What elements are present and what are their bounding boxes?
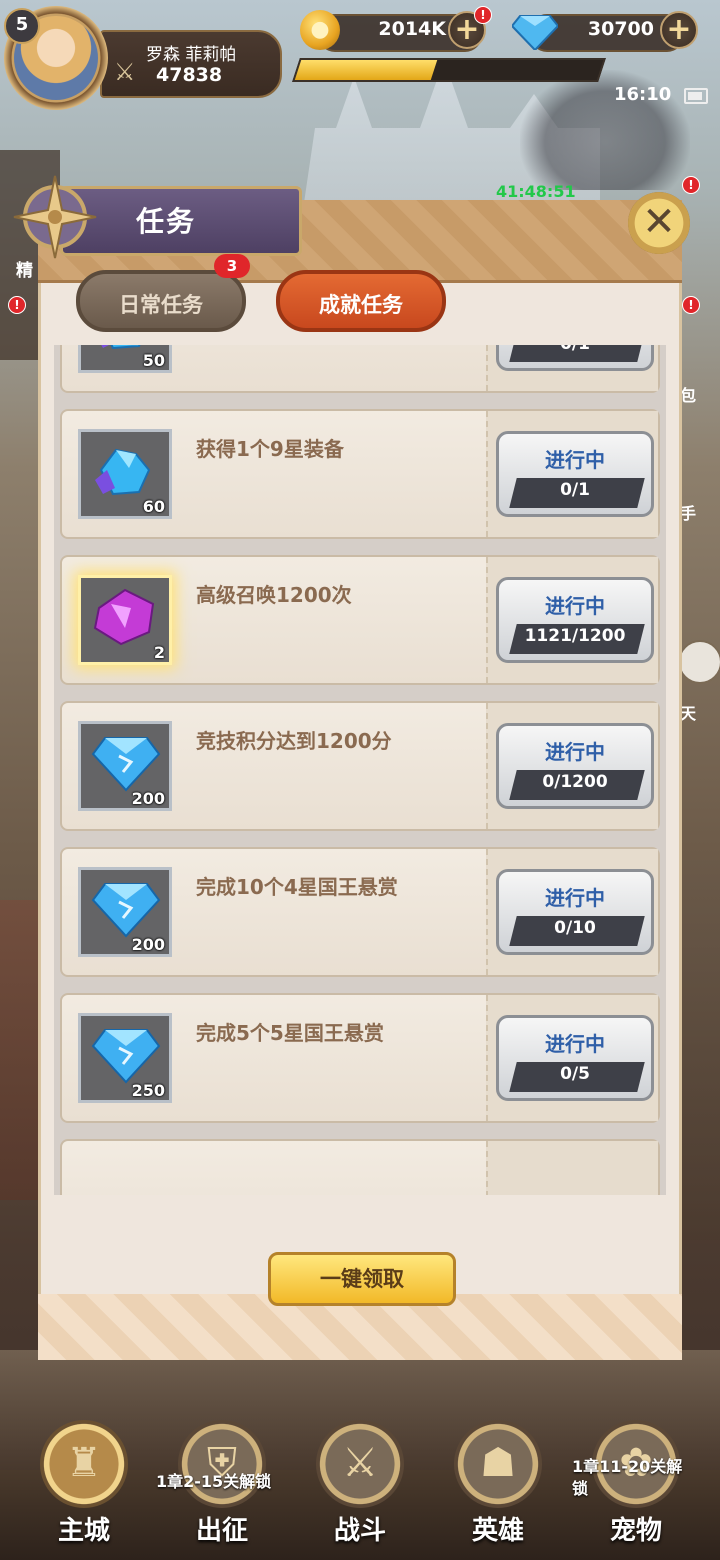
task-card[interactable]: 200 竞技积分达到1200分 进行中 0/1200 <box>60 701 660 831</box>
reward-count: 2 <box>153 643 165 662</box>
lock-note-expedition: 1章2-15关解锁 <box>156 1472 272 1491</box>
task-status-label: 进行中 <box>545 594 605 618</box>
gem-value: 30700 <box>587 18 654 40</box>
side-right-label-2[interactable]: 手 <box>680 500 696 524</box>
nav-item-label: 宠物 <box>609 1516 662 1546</box>
close-button[interactable]: ✕ <box>628 192 690 254</box>
add-gems-button[interactable]: + <box>660 11 698 49</box>
task-status-button[interactable]: 0/1 <box>496 345 654 371</box>
task-card-side <box>486 1141 658 1195</box>
reward-item[interactable]: 2 <box>78 575 172 665</box>
task-title: 完成10个4星国王悬赏 <box>196 875 398 899</box>
nav-item-label: 出征 <box>195 1516 248 1546</box>
claim-all-button[interactable]: 一键领取 <box>268 1252 456 1306</box>
task-status-button[interactable]: 进行中 0/1200 <box>496 723 654 809</box>
purple-shard-icon <box>93 588 155 646</box>
crossed-swords-icon: ⚔ <box>114 58 136 86</box>
task-progress: 0/1200 <box>542 772 608 792</box>
task-status-button[interactable]: 进行中 1121/1200 <box>496 577 654 663</box>
reward-item[interactable]: 200 <box>78 867 172 957</box>
task-progress: 1121/1200 <box>524 626 626 646</box>
battery-icon <box>684 88 708 104</box>
diamond-icon <box>91 883 161 938</box>
task-status-button[interactable]: 进行中 0/1 <box>496 431 654 517</box>
task-status-label: 进行中 <box>545 1032 605 1056</box>
clock: 16:10 <box>614 84 672 105</box>
exp-bar <box>292 58 606 82</box>
nav-item-label: 主城 <box>57 1516 110 1546</box>
chat-icon[interactable] <box>678 640 720 684</box>
crossed-swords-icon: ⚔ <box>342 1440 378 1486</box>
task-card[interactable]: 200 完成10个4星国王悬赏 进行中 0/10 <box>60 847 660 977</box>
castle-icon: ♜ <box>66 1440 102 1486</box>
nav-item[interactable]: ⚔ 战斗 <box>300 1420 420 1560</box>
lock-note-pet: 1章11-20关解锁 <box>572 1457 683 1498</box>
coin-icon: ● <box>300 10 340 50</box>
task-status-label: 进行中 <box>545 740 605 764</box>
reward-count: 50 <box>142 351 165 370</box>
task-card[interactable]: 250 完成5个5星国王悬赏 进行中 0/5 <box>60 993 660 1123</box>
diamond-icon <box>512 15 558 50</box>
task-title: 高级召唤1200次 <box>196 583 352 607</box>
hood-icon: ☗ <box>480 1440 516 1486</box>
reward-count: 200 <box>131 789 165 808</box>
daily-tasks-badge: 3 <box>214 254 250 278</box>
dialog-title: 任务 <box>136 205 197 238</box>
task-status-button[interactable]: 进行中 0/5 <box>496 1015 654 1101</box>
crystal-icon <box>95 448 151 496</box>
reward-item[interactable]: 50 <box>78 345 172 373</box>
task-title: 竞技积分达到1200分 <box>196 729 392 753</box>
reward-item[interactable]: 250 <box>78 1013 172 1103</box>
power-value: 47838 <box>156 64 223 86</box>
compass-emblem-icon <box>13 175 97 259</box>
level-badge: 5 <box>4 8 40 44</box>
tab-achievement-tasks[interactable]: 成就任务 <box>276 270 446 332</box>
task-card[interactable]: 60 获得1个9星装备 进行中 0/1 <box>60 409 660 539</box>
nav-item[interactable]: ♜ 主城 <box>24 1420 144 1560</box>
task-title: 完成5个5星国王悬赏 <box>196 1021 384 1045</box>
coin-alert-badge: ! <box>474 6 492 24</box>
side-right-label-3[interactable]: 天 <box>680 700 696 724</box>
task-status-label: 进行中 <box>545 448 605 472</box>
side-right-alert-1: ! <box>682 176 700 194</box>
side-left-alert: ! <box>8 296 26 314</box>
task-card[interactable]: 2 高级召唤1200次 进行中 1121/1200 <box>60 555 660 685</box>
diamond-icon <box>91 1029 161 1084</box>
task-title: 获得1个9星装备 <box>196 437 344 461</box>
reward-item[interactable]: 200 <box>78 721 172 811</box>
task-status-label: 进行中 <box>545 886 605 910</box>
coin-value: 2014K <box>378 18 446 40</box>
task-card[interactable]: 50 0/1 <box>60 345 660 393</box>
tab-daily-tasks[interactable]: 日常任务 <box>76 270 246 332</box>
reward-item[interactable]: 60 <box>78 429 172 519</box>
task-progress: 0/1 <box>560 480 590 500</box>
reward-count: 250 <box>131 1081 165 1100</box>
exp-bar-fill <box>294 60 438 80</box>
nav-item-label: 战斗 <box>333 1516 386 1546</box>
diamond-icon <box>91 737 161 792</box>
nav-item-label: 英雄 <box>471 1516 524 1546</box>
reward-count: 60 <box>142 497 165 516</box>
side-right-label-1[interactable]: 包 <box>680 382 696 406</box>
task-list[interactable]: 500/160获得1个9星装备进行中0/12高级召唤1200次进行中1121/1… <box>54 345 666 1195</box>
task-progress: 0/10 <box>554 918 596 938</box>
task-progress: 0/1 <box>499 345 651 354</box>
side-right-alert-2: ! <box>682 296 700 314</box>
event-timer: 41:48:51 <box>496 182 576 201</box>
task-progress: 0/5 <box>560 1064 590 1084</box>
task-card-partial[interactable] <box>60 1139 660 1195</box>
reward-count: 200 <box>131 935 165 954</box>
close-icon: ✕ <box>642 199 676 245</box>
player-name: 罗森 菲莉帕 <box>146 45 237 65</box>
task-status-button[interactable]: 进行中 0/10 <box>496 869 654 955</box>
nav-item[interactable]: ☗ 英雄 <box>438 1420 558 1560</box>
